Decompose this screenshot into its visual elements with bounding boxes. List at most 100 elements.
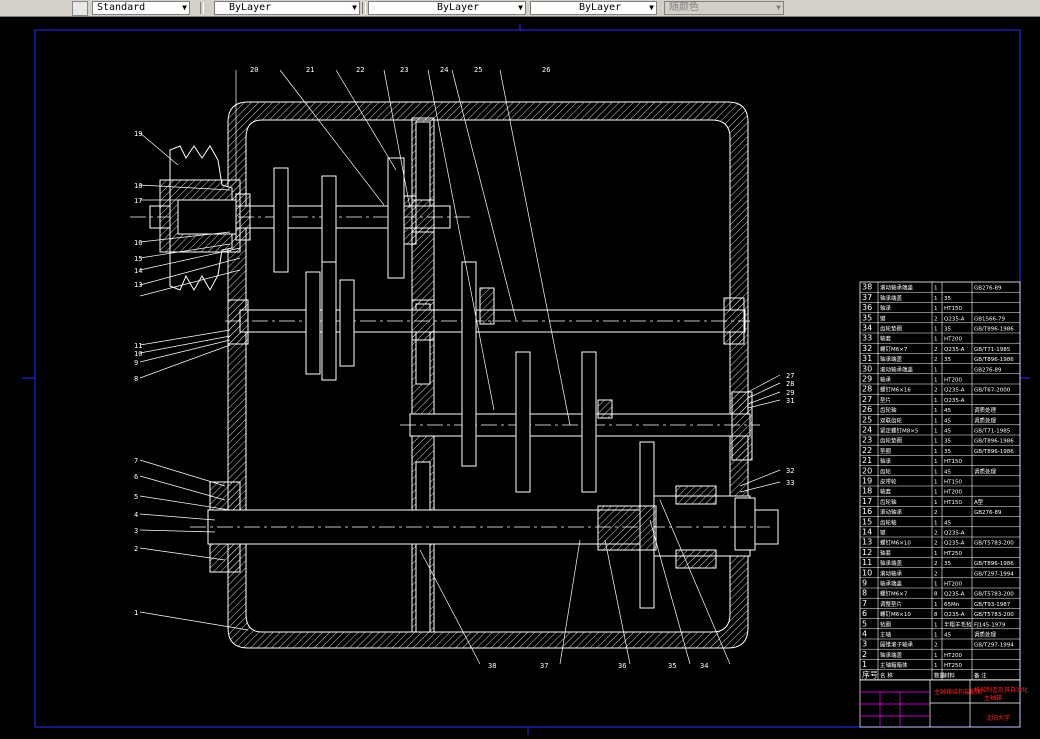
bom-cell: 2 bbox=[934, 561, 938, 567]
bom-cell: HT250 bbox=[944, 663, 962, 669]
leader-label: 18 bbox=[134, 182, 142, 190]
leader-label: 14 bbox=[134, 267, 142, 275]
toolbar-separator bbox=[362, 2, 366, 14]
bom-cell: 2 bbox=[934, 531, 938, 537]
bom-cell: 33 bbox=[862, 334, 872, 343]
bom-cell: 23 bbox=[862, 436, 872, 445]
bom-cell: 17 bbox=[862, 497, 872, 506]
bom-cell: 键 bbox=[880, 529, 886, 537]
bom-cell: 26 bbox=[862, 405, 872, 414]
bom-cell: 2 bbox=[934, 510, 938, 516]
bom-cell: 28 bbox=[862, 385, 872, 394]
properties-toolbar: Standard ▼ ByLayer ▼ ByLayer ▼ ByLayer ▼… bbox=[0, 0, 1040, 17]
bom-cell: 1 bbox=[934, 408, 938, 414]
chevron-down-icon: ▼ bbox=[182, 3, 187, 12]
bom-cell: 名 称 bbox=[880, 671, 893, 679]
bom-cell: 35 bbox=[944, 296, 951, 302]
leader-label: 21 bbox=[306, 66, 314, 74]
leader-label: 29 bbox=[786, 389, 794, 397]
bom-cell: GB/T67-2000 bbox=[974, 388, 1011, 394]
bom-cell: GB/T71-1985 bbox=[974, 347, 1011, 353]
bom-cell: GB/T5783-200 bbox=[974, 592, 1014, 598]
bom-cell: Q235-A bbox=[944, 612, 965, 618]
bom-cell: 齿轮轴 bbox=[880, 406, 897, 414]
bom-cell: 9 bbox=[862, 579, 867, 588]
bom-cell: 45 bbox=[944, 469, 951, 475]
bom-cell: 齿轮 bbox=[880, 467, 892, 475]
housing bbox=[227, 101, 749, 649]
text-style-dropdown[interactable]: Standard ▼ bbox=[92, 1, 190, 15]
bom-cell: 主轴 bbox=[880, 631, 892, 639]
bom-cell: 1 bbox=[934, 653, 938, 659]
bom-cell: HT150 bbox=[944, 306, 962, 312]
leader-label: 9 bbox=[134, 359, 138, 367]
bom-cell: 螺钉M6×16 bbox=[880, 386, 911, 394]
bom-cell: 轴套 bbox=[880, 549, 892, 557]
bom-cell: 调整垫片 bbox=[880, 600, 902, 608]
bom-cell: 35 bbox=[862, 313, 872, 322]
bom-cell: Q235-A bbox=[944, 541, 965, 547]
bom-cell: 1 bbox=[934, 520, 938, 526]
bom-cell: 6 bbox=[862, 609, 867, 618]
leader-label: 11 bbox=[134, 342, 142, 350]
bom-cell: 滚动轴承 bbox=[880, 508, 903, 516]
bom-cell: GB/T71-1985 bbox=[974, 429, 1011, 435]
bom-cell: 35 bbox=[944, 439, 951, 445]
bom-cell: 材料 bbox=[944, 671, 956, 679]
drawing-canvas[interactable]: 20 21 22 23 24 25 26 19 18 17 16 15 14 1… bbox=[0, 17, 1040, 739]
bom-cell: 31 bbox=[862, 354, 872, 363]
bom-cell: 轴承 bbox=[880, 457, 892, 465]
leader-label: 10 bbox=[134, 350, 142, 358]
bom-cell: 24 bbox=[862, 426, 872, 435]
linetype-dropdown[interactable]: ByLayer ▼ bbox=[368, 1, 526, 15]
company-name: 沈阳大学 bbox=[986, 714, 1010, 722]
bom-cell: GB/T896-1986 bbox=[974, 439, 1014, 445]
bom-cell: 45 bbox=[944, 429, 951, 435]
leader-label: 32 bbox=[786, 467, 794, 475]
leader-label: 37 bbox=[540, 662, 548, 670]
bom-cell: 调质处理 bbox=[974, 416, 997, 424]
bom-cell: 轴承端盖 bbox=[880, 559, 903, 567]
bom-cell: 45 bbox=[944, 408, 951, 414]
leader-label: 24 bbox=[440, 66, 448, 74]
toolbar-separator bbox=[200, 2, 204, 14]
bom-cell: GB/T896-1986 bbox=[974, 357, 1014, 363]
bom-cell: 12 bbox=[862, 548, 872, 557]
chevron-down-icon: ▼ bbox=[518, 3, 523, 12]
bom-cell: 滚动轴承端盖 bbox=[880, 284, 914, 292]
bom-cell: 1 bbox=[934, 306, 938, 312]
bom-cell: 16 bbox=[862, 507, 872, 516]
bom-cell: 1 bbox=[934, 582, 938, 588]
bom-cell: 4 bbox=[862, 630, 867, 639]
bom-cell: HT200 bbox=[944, 378, 962, 384]
bom-cell: 35 bbox=[944, 561, 951, 567]
bom-cell: 15 bbox=[862, 517, 872, 526]
bom-cell: 5 bbox=[862, 619, 867, 628]
text-style-icon[interactable] bbox=[72, 1, 88, 16]
bom-cell: HT200 bbox=[944, 653, 962, 659]
bom-cell: 调质处理 bbox=[974, 631, 997, 639]
bom-cell: 垫片 bbox=[880, 396, 891, 404]
bom-cell: 圆锥滚子轴承 bbox=[880, 641, 914, 649]
bom-cell: GB276-89 bbox=[974, 367, 1002, 373]
bom-cell: 2 bbox=[934, 571, 938, 577]
bom-cell: 紧定螺钉M8×5 bbox=[880, 427, 919, 435]
bom-cell: 8 bbox=[934, 592, 938, 598]
bom-cell: 1 bbox=[934, 602, 938, 608]
bom-cell: 滚动轴承 bbox=[880, 569, 903, 577]
bom-cell: 22 bbox=[862, 446, 872, 455]
layer-dropdown[interactable]: ByLayer ▼ bbox=[214, 1, 360, 15]
bom-cell: HT150 bbox=[944, 480, 962, 486]
leader-label: 22 bbox=[356, 66, 364, 74]
bom-cell: 32 bbox=[862, 344, 872, 353]
chevron-down-icon: ▼ bbox=[776, 3, 781, 12]
leader-label: 34 bbox=[700, 662, 708, 670]
bom-cell: 主轴箱箱体 bbox=[880, 661, 908, 669]
color-dropdown[interactable]: 随颜色 ▼ bbox=[664, 1, 784, 15]
bom-cell: 齿轮轴 bbox=[880, 518, 897, 526]
bill-of-materials: 38 滚动轴承端盖 1 GB276-8937 轴承端盖 1 3536 轴承 1 HT15035 键 2… bbox=[859, 281, 1021, 681]
bom-cell: 35 bbox=[944, 327, 951, 333]
bom-cell: Q235-A bbox=[944, 531, 965, 537]
lineweight-dropdown[interactable]: ByLayer ▼ bbox=[530, 1, 657, 15]
bom-cell: 2 bbox=[934, 347, 938, 353]
